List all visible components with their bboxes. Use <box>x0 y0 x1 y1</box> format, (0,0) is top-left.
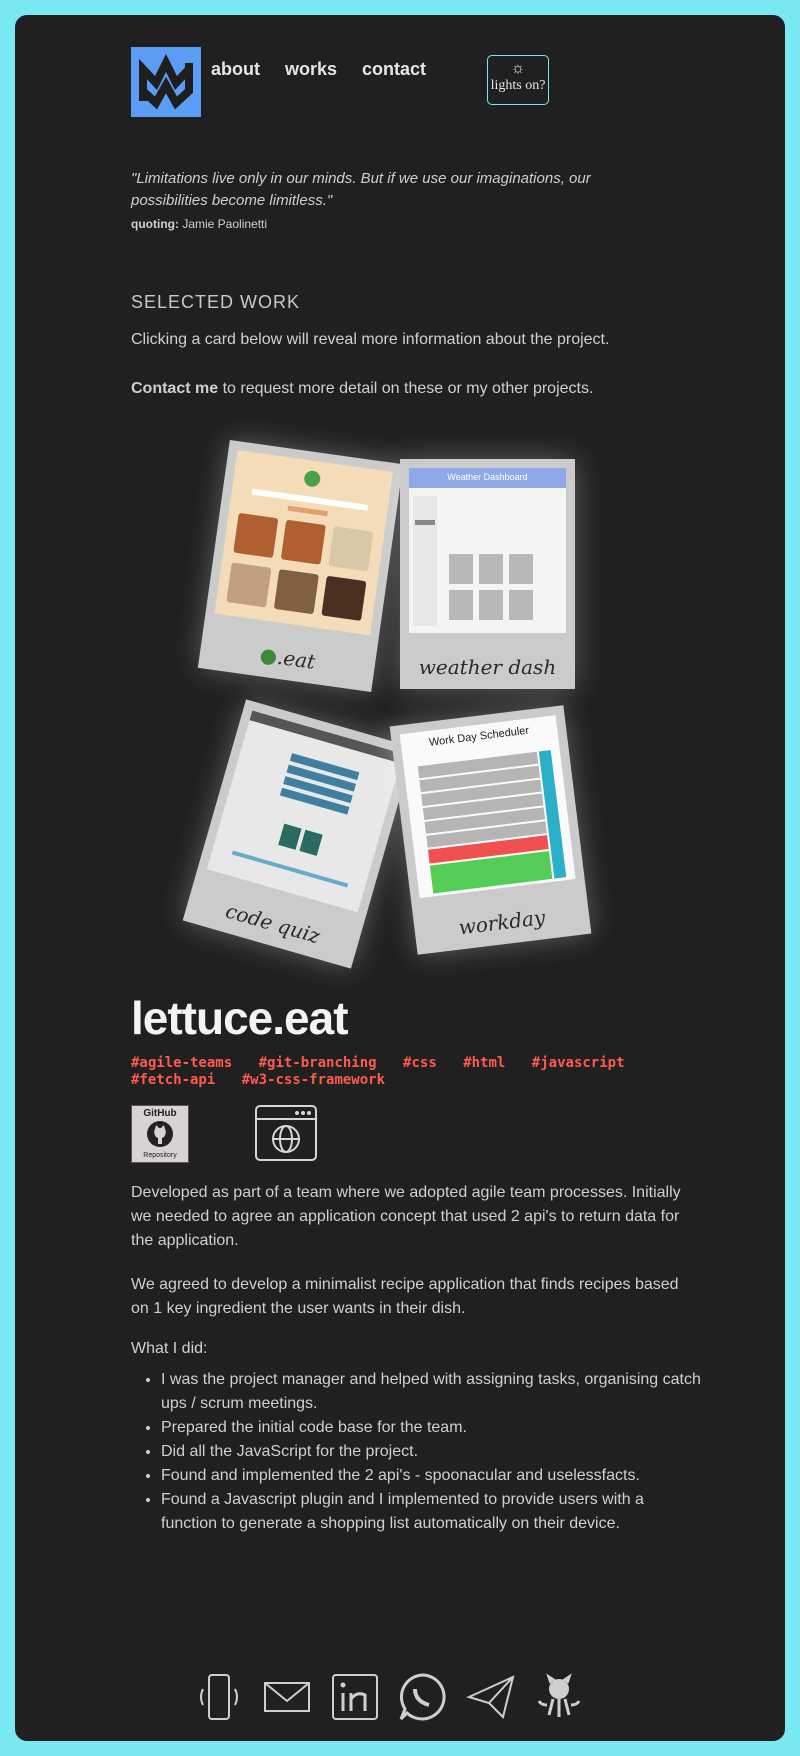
nav-contact[interactable]: contact <box>362 59 426 80</box>
card-label: workday <box>457 905 547 940</box>
what-i-did-label: What I did: <box>131 1340 208 1357</box>
list-item: I was the project manager and helped wit… <box>161 1368 701 1416</box>
linkedin-icon[interactable] <box>329 1671 381 1723</box>
phone-icon[interactable] <box>193 1671 245 1723</box>
page-frame: about works contact ☼ lights on? "Limita… <box>15 15 785 1741</box>
what-i-did-list: I was the project manager and helped wit… <box>131 1368 701 1536</box>
whatsapp-icon[interactable] <box>397 1671 449 1723</box>
card-label-text: .eat <box>275 644 317 674</box>
tag: #git-branching <box>258 1055 377 1071</box>
tag: #fetch-api <box>131 1072 216 1088</box>
mail-icon[interactable] <box>261 1671 313 1723</box>
section-title: SELECTED WORK <box>131 292 301 312</box>
logo[interactable] <box>131 47 201 117</box>
github-repo-button[interactable]: GitHub Repository <box>131 1105 189 1163</box>
card-workday[interactable]: Work Day Scheduler workday <box>389 705 592 955</box>
contact-note-text: to request more detail on these or my ot… <box>218 380 594 397</box>
contact-note: Contact me to request more detail on the… <box>131 377 691 401</box>
card-screenshot: Weather Dashboard <box>409 468 566 633</box>
tag: #w3-css-framework <box>241 1072 386 1088</box>
tag: #css <box>403 1055 437 1071</box>
nav-about[interactable]: about <box>211 59 260 80</box>
main-nav: about works contact <box>211 59 426 80</box>
card-lettuce-eat[interactable]: ●.eat <box>197 439 404 693</box>
card-screenshot: Work Day Scheduler <box>399 715 576 899</box>
globe-browser-icon <box>257 1111 315 1153</box>
project-tags: #agile-teams #git-branching #css #html #… <box>131 1055 671 1089</box>
quote-author: Jamie Paolinetti <box>182 217 268 231</box>
quote-text: "Limitations live only in our minds. But… <box>131 170 591 209</box>
card-code-quiz[interactable]: code quiz <box>182 699 415 969</box>
tag: #javascript <box>531 1055 625 1071</box>
github-label: GitHub <box>143 1108 177 1119</box>
card-screenshot <box>206 710 404 913</box>
list-item: Did all the JavaScript for the project. <box>161 1440 701 1464</box>
project-desc-2: We agreed to develop a minimalist recipe… <box>131 1276 679 1317</box>
card-screenshot <box>214 450 393 636</box>
tag: #agile-teams <box>131 1055 233 1071</box>
card-screen-title: Weather Dashboard <box>447 472 528 482</box>
card-weather-dash[interactable]: Weather Dashboard weather dash <box>400 459 575 689</box>
card-label: weather dash <box>418 655 557 679</box>
project-desc-1: Developed as part of a team where we ado… <box>131 1184 681 1249</box>
sun-icon: ☼ <box>510 60 526 77</box>
list-item: Prepared the initial code base for the t… <box>161 1416 701 1440</box>
list-item: Found and implemented the 2 api's - spoo… <box>161 1464 701 1488</box>
quote-attribution: quoting: Jamie Paolinetti <box>131 217 267 231</box>
github-octocat-icon[interactable] <box>533 1671 585 1723</box>
lights-label: lights on? <box>490 78 546 93</box>
quote-by-label: quoting: <box>131 217 179 231</box>
section-intro: Clicking a card below will reveal more i… <box>131 331 610 348</box>
social-links <box>193 1671 585 1723</box>
logo-mark-icon <box>139 54 193 110</box>
contact-link[interactable]: Contact me <box>131 380 218 397</box>
telegram-icon[interactable] <box>465 1671 517 1723</box>
github-icon <box>147 1121 173 1147</box>
nav-works[interactable]: works <box>285 59 337 80</box>
repository-label: Repository <box>143 1152 177 1159</box>
live-site-button[interactable] <box>255 1105 317 1161</box>
card-label: ●.eat <box>199 634 376 682</box>
lights-toggle-button[interactable]: ☼ lights on? <box>487 55 549 105</box>
list-item: Found a Javascript plugin and I implemen… <box>161 1488 701 1536</box>
project-title: lettuce.eat <box>131 992 349 1044</box>
tag: #html <box>463 1055 506 1071</box>
